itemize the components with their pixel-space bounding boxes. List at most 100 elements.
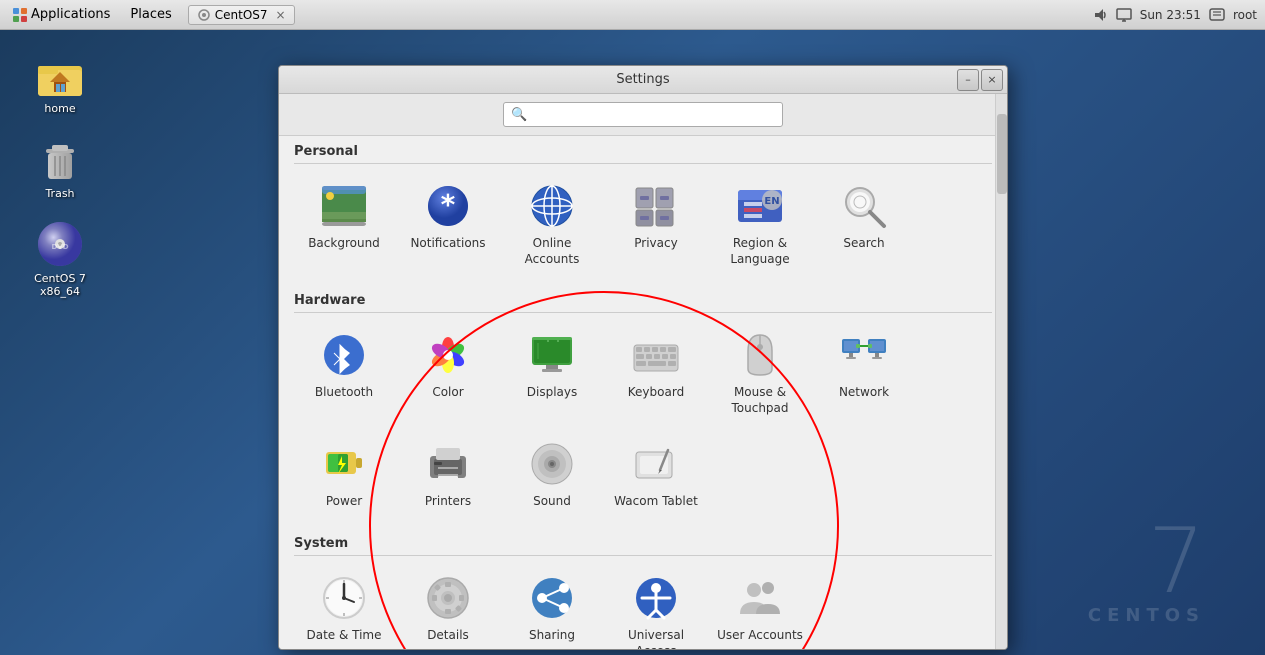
trash-folder-icon: [36, 135, 84, 183]
details-label: Details: [427, 628, 469, 644]
color-icon: [424, 331, 472, 379]
svg-text:EN: EN: [764, 196, 779, 207]
notifications-label: Notifications: [410, 236, 485, 252]
network-icon: [840, 331, 888, 379]
personal-items-grid: Background: [294, 172, 992, 277]
keyboard-item[interactable]: Keyboard: [606, 321, 706, 426]
search-icon: 🔍: [511, 107, 527, 122]
network-label: Network: [839, 385, 889, 401]
universal-access-label: Universal Access: [612, 628, 700, 649]
displays-label: Displays: [527, 385, 577, 401]
hardware-items-grid: Bluetooth: [294, 321, 992, 520]
personal-section-title: Personal: [294, 144, 992, 164]
dvd-icon[interactable]: DVD CentOS 7 x86_64: [20, 220, 100, 298]
date-time-item[interactable]: Date & Time: [294, 564, 394, 649]
user-accounts-item[interactable]: User Accounts: [710, 564, 810, 649]
places-menu[interactable]: Places: [122, 5, 179, 24]
search-item[interactable]: Search: [814, 172, 914, 277]
settings-window: Settings – × 🔍 Personal: [278, 65, 1008, 650]
taskbar-right: Sun 23:51 root: [1092, 7, 1265, 23]
online-accounts-item[interactable]: Online Accounts: [502, 172, 602, 277]
sound-label: Sound: [533, 494, 571, 510]
universal-access-item[interactable]: Universal Access: [606, 564, 706, 649]
home-folder-icon: [36, 50, 84, 98]
displays-icon: [528, 331, 576, 379]
user-menu-icon[interactable]: [1209, 7, 1225, 23]
background-label: Background: [308, 236, 380, 252]
color-item[interactable]: Color: [398, 321, 498, 426]
system-section: System: [279, 528, 1007, 649]
keyboard-label: Keyboard: [628, 385, 684, 401]
applications-menu[interactable]: Applications: [4, 5, 118, 25]
close-button[interactable]: ×: [981, 69, 1003, 91]
search-bar: 🔍: [279, 94, 1007, 136]
notifications-icon: *: [424, 182, 472, 230]
volume-icon[interactable]: [1092, 7, 1108, 23]
system-items-grid: Date & Time: [294, 564, 992, 649]
network-item[interactable]: Network: [814, 321, 914, 426]
datetime-icon: [320, 574, 368, 622]
printers-icon: [424, 440, 472, 488]
home-icon[interactable]: home: [20, 50, 100, 115]
user-accounts-label: User Accounts: [717, 628, 803, 644]
printers-label: Printers: [425, 494, 471, 510]
displays-item[interactable]: Displays: [502, 321, 602, 426]
region-icon: EN: [736, 182, 784, 230]
clock: Sun 23:51: [1140, 8, 1201, 22]
bluetooth-item[interactable]: Bluetooth: [294, 321, 394, 426]
centos-watermark: 7 CENTOS: [1088, 517, 1205, 625]
sound-icon: [528, 440, 576, 488]
mouse-touchpad-item[interactable]: Mouse & Touchpad: [710, 321, 810, 426]
user-accounts-icon: [736, 574, 784, 622]
settings-tab[interactable]: CentOS7 ×: [188, 5, 295, 25]
power-icon: [320, 440, 368, 488]
personal-section: Personal: [279, 136, 1007, 285]
search-label: Search: [843, 236, 884, 252]
window-title: Settings: [616, 72, 669, 87]
background-icon: [320, 182, 368, 230]
region-language-label: Region & Language: [716, 236, 804, 267]
online-accounts-label: Online Accounts: [508, 236, 596, 267]
power-item[interactable]: Power: [294, 430, 394, 520]
color-label: Color: [432, 385, 463, 401]
background-item[interactable]: Background: [294, 172, 394, 277]
mouse-touchpad-label: Mouse & Touchpad: [716, 385, 804, 416]
date-time-label: Date & Time: [306, 628, 381, 644]
search-input[interactable]: [503, 102, 783, 127]
privacy-icon: [632, 182, 680, 230]
window-titlebar: Settings – ×: [279, 66, 1007, 94]
taskbar: Applications Places CentOS7 ×: [0, 0, 1265, 30]
universal-access-icon: [632, 574, 680, 622]
wacom-tablet-item[interactable]: Wacom Tablet: [606, 430, 706, 520]
scrollbar[interactable]: [995, 94, 1007, 649]
details-icon: [424, 574, 472, 622]
privacy-item[interactable]: Privacy: [606, 172, 706, 277]
dvd-drive-icon: DVD: [36, 220, 84, 268]
sharing-item[interactable]: Sharing: [502, 564, 602, 649]
search-container: 🔍: [503, 102, 783, 127]
sharing-icon: [528, 574, 576, 622]
region-language-item[interactable]: EN Region & Language: [710, 172, 810, 277]
bluetooth-icon: [320, 331, 368, 379]
scrollbar-thumb[interactable]: [997, 114, 1007, 194]
hardware-section: Hardware Bluetooth: [279, 285, 1007, 528]
bluetooth-label: Bluetooth: [315, 385, 373, 401]
hardware-section-title: Hardware: [294, 293, 992, 313]
applications-icon: [12, 7, 28, 23]
notifications-item[interactable]: * Notifications: [398, 172, 498, 277]
details-item[interactable]: Details: [398, 564, 498, 649]
tab-close-btn[interactable]: ×: [276, 8, 286, 22]
dvd-label: CentOS 7 x86_64: [20, 272, 100, 298]
wacom-icon: [632, 440, 680, 488]
trash-icon[interactable]: Trash: [20, 135, 100, 200]
desktop-icons: home: [20, 50, 100, 298]
online-accounts-icon: [528, 182, 576, 230]
privacy-label: Privacy: [634, 236, 677, 252]
printers-item[interactable]: Printers: [398, 430, 498, 520]
display-icon[interactable]: [1116, 7, 1132, 23]
wacom-tablet-label: Wacom Tablet: [614, 494, 698, 510]
window-controls: – ×: [957, 69, 1003, 91]
trash-label: Trash: [45, 187, 74, 200]
sound-item[interactable]: Sound: [502, 430, 602, 520]
minimize-button[interactable]: –: [957, 69, 979, 91]
